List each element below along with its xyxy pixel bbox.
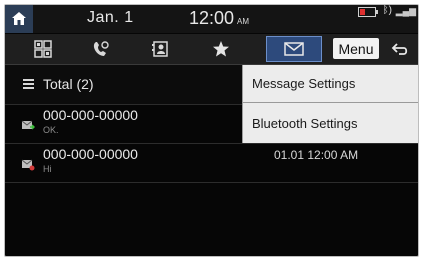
call-history-tab[interactable] — [77, 36, 125, 62]
total-count: Total (2) — [43, 76, 94, 92]
message-preview: OK. — [43, 125, 59, 135]
home-icon — [12, 12, 26, 25]
list-icon — [23, 79, 34, 90]
message-sender-number: 000-000-00000 — [43, 107, 138, 123]
phone-tab-bar: Menu — [5, 34, 418, 65]
message-list-item[interactable]: 000-000-00000 Hi 01.01 12:00 AM — [5, 144, 418, 183]
menu-button[interactable]: Menu — [333, 38, 379, 59]
message-time: 01.01 12:00 AM — [274, 148, 359, 162]
signal-icon: ▂▄▆ — [395, 6, 416, 16]
contacts-tab[interactable] — [137, 36, 185, 62]
contacts-icon — [152, 41, 168, 57]
bluetooth-icon: ᛒ) — [382, 5, 392, 16]
back-icon — [391, 43, 408, 55]
phone-icon — [93, 41, 109, 56]
star-icon — [213, 41, 229, 57]
phone-messages-screen: Jan. 1 12:00 AM ᛒ) ▂▄▆ Menu Total (2) 00… — [4, 4, 419, 257]
status-date: Jan. 1 — [87, 9, 134, 26]
message-preview: Hi — [43, 164, 52, 174]
status-bar: Jan. 1 12:00 AM ᛒ) ▂▄▆ — [5, 5, 418, 33]
back-button[interactable] — [386, 37, 414, 61]
menu-item-message-settings[interactable]: Message Settings — [243, 65, 418, 103]
message-sender-number: 000-000-00000 — [43, 146, 138, 162]
dial-pad-tab[interactable] — [19, 36, 67, 62]
home-button[interactable] — [5, 5, 33, 33]
received-message-icon — [21, 159, 35, 171]
messages-tab[interactable] — [266, 36, 322, 62]
favorites-tab[interactable] — [197, 36, 245, 62]
menu-item-bluetooth-settings[interactable]: Bluetooth Settings — [243, 104, 418, 142]
status-time: 12:00 — [189, 8, 235, 28]
status-ampm: AM — [237, 17, 249, 26]
battery-icon — [358, 7, 378, 17]
envelope-icon — [284, 42, 304, 56]
options-menu: Message Settings Bluetooth Settings — [242, 65, 418, 143]
sent-message-icon — [21, 120, 35, 130]
keypad-icon — [34, 40, 52, 58]
